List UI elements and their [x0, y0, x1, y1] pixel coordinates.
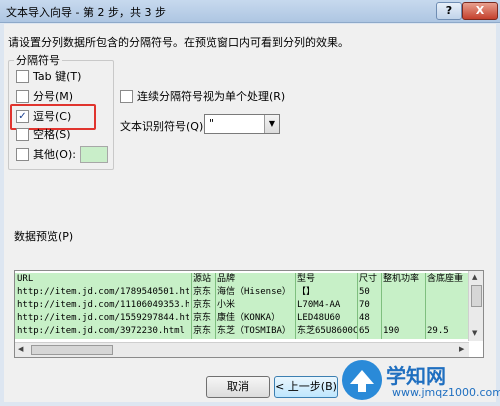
option-other-label: 其他(O):	[33, 148, 76, 161]
table-cell	[427, 299, 469, 312]
merge-delimiters-label: 连续分隔符号视为单个处理(R)	[137, 90, 286, 103]
table-cell: 29.5	[427, 326, 449, 336]
table-cell	[427, 312, 469, 325]
watermark: 学知网 www.jmqz1000.com	[340, 356, 500, 406]
watermark-url: www.jmqz1000.com	[392, 386, 500, 399]
table-row: http://item.jd.com/3972230.html 京东 东芝（TO…	[15, 325, 469, 338]
delimiter-group-label: 分隔符号	[14, 52, 62, 68]
scroll-right-icon[interactable]: ▶	[459, 345, 464, 353]
vertical-scrollbar[interactable]: ▲ ▼	[468, 271, 483, 341]
column-header: 整机功率	[383, 274, 420, 284]
checkbox-semicolon[interactable]	[16, 89, 29, 103]
table-cell: http://item.jd.com/11106049353.html	[17, 300, 189, 310]
title-bar: 文本导入向导 - 第 2 步，共 3 步 ? X	[0, 0, 500, 23]
table-cell: 京东	[193, 313, 212, 323]
option-other[interactable]: 其他(O):	[16, 146, 76, 162]
table-cell	[427, 286, 469, 299]
option-tab-label: Tab 键(T)	[33, 70, 82, 83]
scroll-down-icon[interactable]: ▼	[472, 329, 477, 337]
table-cell: 【】	[297, 287, 316, 297]
preview-label: 数据预览(P)	[14, 230, 74, 243]
table-cell	[383, 299, 425, 312]
chevron-down-icon[interactable]: ▼	[264, 115, 279, 133]
table-cell: 东芝（TOSMIBA）	[217, 326, 291, 336]
option-semicolon[interactable]: 分号(M)	[16, 88, 73, 104]
table-cell: http://item.jd.com/1789540501.html	[17, 287, 189, 297]
option-space-label: 空格(S)	[33, 128, 71, 141]
column-header: 含底座重	[427, 274, 464, 284]
preview-header-row: URL 源站 品牌 型号 尺寸 整机功率 含底座重	[15, 273, 469, 286]
close-button[interactable]: X	[462, 2, 498, 20]
horizontal-scrollbar[interactable]: ◀ ▶	[15, 342, 469, 357]
instruction-text: 请设置分列数据所包含的分隔符号。在预览窗口内可看到分列的效果。	[8, 36, 349, 49]
text-qualifier-label: 文本识别符号(Q):	[120, 120, 207, 133]
table-cell: 东芝65U8600C	[297, 326, 357, 336]
scroll-left-icon[interactable]: ◀	[18, 345, 23, 353]
help-button[interactable]: ?	[436, 2, 462, 20]
text-qualifier-select[interactable]: " ▼	[204, 114, 280, 134]
column-header: URL	[17, 274, 34, 284]
checkbox-space[interactable]	[16, 127, 29, 141]
logo-icon	[342, 360, 382, 400]
data-preview[interactable]: URL 源站 品牌 型号 尺寸 整机功率 含底座重 http://item.jd…	[14, 270, 484, 358]
table-cell: 小米	[217, 300, 236, 310]
checkbox-tab[interactable]	[16, 69, 29, 83]
checkbox-other[interactable]	[16, 147, 29, 161]
table-cell: 70	[359, 300, 370, 310]
column-header: 尺寸	[359, 274, 378, 284]
window-title: 文本导入向导 - 第 2 步，共 3 步	[6, 6, 166, 19]
table-cell: 京东	[193, 287, 212, 297]
table-cell: 190	[383, 326, 400, 336]
preview-grid: URL 源站 品牌 型号 尺寸 整机功率 含底座重 http://item.jd…	[15, 273, 469, 339]
vertical-scroll-thumb[interactable]	[471, 285, 482, 307]
table-row: http://item.jd.com/1789540501.html 京东 海信…	[15, 286, 469, 299]
other-delimiter-input[interactable]	[80, 146, 108, 163]
table-cell: 65	[359, 326, 370, 336]
option-space[interactable]: 空格(S)	[16, 126, 71, 142]
table-cell: L70M4-AA	[297, 300, 341, 310]
back-button[interactable]: < 上一步(B)	[274, 376, 338, 398]
table-cell: 50	[359, 287, 370, 297]
table-cell	[383, 286, 425, 299]
option-tab[interactable]: Tab 键(T)	[16, 68, 81, 84]
merge-delimiters-option[interactable]: 连续分隔符号视为单个处理(R)	[120, 88, 285, 104]
horizontal-scroll-thumb[interactable]	[31, 345, 113, 355]
table-cell	[383, 312, 425, 325]
table-cell: http://item.jd.com/1559297844.html	[17, 313, 189, 323]
scroll-up-icon[interactable]: ▲	[472, 273, 477, 281]
column-header: 品牌	[217, 274, 236, 284]
column-header: 型号	[297, 274, 316, 284]
option-semicolon-label: 分号(M)	[33, 90, 74, 103]
table-row: http://item.jd.com/1559297844.html 京东 康佳…	[15, 312, 469, 325]
table-cell: 京东	[193, 300, 212, 310]
table-cell: LED48U60	[297, 313, 341, 323]
column-header: 源站	[193, 274, 212, 284]
watermark-text: 学知网	[386, 364, 446, 388]
cancel-button[interactable]: 取消	[206, 376, 270, 398]
table-row: http://item.jd.com/11106049353.html 京东 小…	[15, 299, 469, 312]
table-cell: 海信（Hisense）	[217, 287, 291, 297]
table-cell: 48	[359, 313, 370, 323]
checkbox-merge[interactable]	[120, 89, 133, 103]
table-cell: 康佳（KONKA）	[217, 313, 281, 323]
table-cell: 京东	[193, 326, 212, 336]
text-qualifier-value: "	[209, 117, 215, 130]
table-cell: http://item.jd.com/3972230.html	[17, 326, 185, 336]
